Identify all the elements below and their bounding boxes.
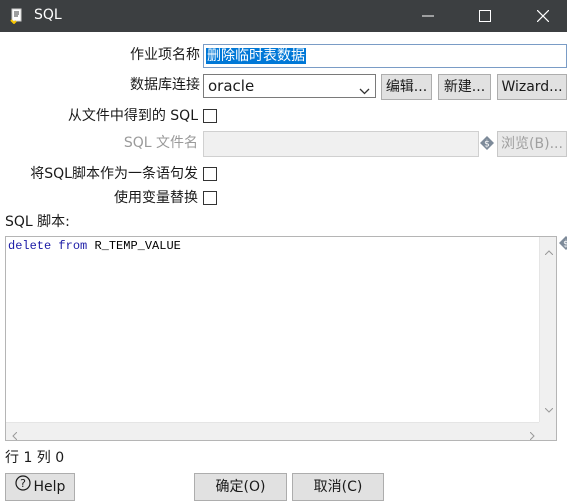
scroll-left-arrow-icon[interactable] [12,428,18,444]
help-button[interactable]: ? Help [5,473,75,501]
scroll-down-arrow-icon[interactable] [544,401,554,417]
job-name-input[interactable]: 删除临时表数据 [203,44,567,68]
single-statement-checkbox[interactable] [203,167,217,181]
scroll-right-arrow-icon[interactable] [529,428,535,444]
use-variables-checkbox[interactable] [203,191,217,205]
sql-keyword-delete: delete [8,239,52,253]
sql-script-label: SQL 脚本: [5,214,70,230]
sql-filename-input[interactable] [203,131,479,157]
maximize-button[interactable] [462,0,508,32]
cancel-button[interactable]: 取消(C) [292,473,384,501]
use-variables-label: 使用变量替换 [114,190,198,206]
chevron-down-icon [359,83,370,99]
single-statement-label: 将SQL脚本作为一条语句发 [30,166,198,182]
close-button[interactable] [520,0,566,32]
db-connection-value: oracle [208,77,255,95]
vertical-scrollbar[interactable] [539,237,556,423]
sql-table-name: R_TEMP_VALUE [94,239,181,253]
browse-button[interactable]: 浏览(B)... [497,131,567,157]
window-title: SQL [34,7,62,23]
variable-icon: $ [480,136,494,150]
scrollbar-corner [539,422,556,440]
ok-button[interactable]: 确定(O) [194,473,287,501]
db-connection-label: 数据库连接 [130,77,200,93]
svg-text:$: $ [484,140,490,150]
edit-connection-button[interactable]: 编辑... [381,74,432,100]
svg-text:$: $ [563,240,567,250]
sql-script-icon [9,8,25,25]
wizard-button[interactable]: Wizard... [497,74,567,100]
job-name-label: 作业项名称 [130,47,200,63]
minimize-button[interactable] [405,0,451,32]
from-file-label: 从文件中得到的 SQL [67,108,198,124]
job-name-value: 删除临时表数据 [206,48,306,64]
cursor-position-status: 行 1 列 0 [5,450,65,466]
sql-keyword-from: from [58,239,88,253]
from-file-checkbox[interactable] [203,109,217,123]
variable-icon: $ [559,236,567,250]
sql-script-editor[interactable]: delete from R_TEMP_VALUE [5,236,557,441]
help-button-label: Help [33,479,66,495]
svg-text:?: ? [20,477,26,490]
new-connection-button[interactable]: 新建... [438,74,491,100]
db-connection-select[interactable]: oracle [203,74,376,98]
sql-filename-label: SQL 文件名 [123,135,198,151]
help-icon: ? [14,474,31,500]
scroll-up-arrow-icon[interactable] [544,243,554,259]
sql-code-line: delete from R_TEMP_VALUE [8,239,181,253]
title-bar: SQL [0,0,567,32]
horizontal-scrollbar[interactable] [6,422,541,441]
